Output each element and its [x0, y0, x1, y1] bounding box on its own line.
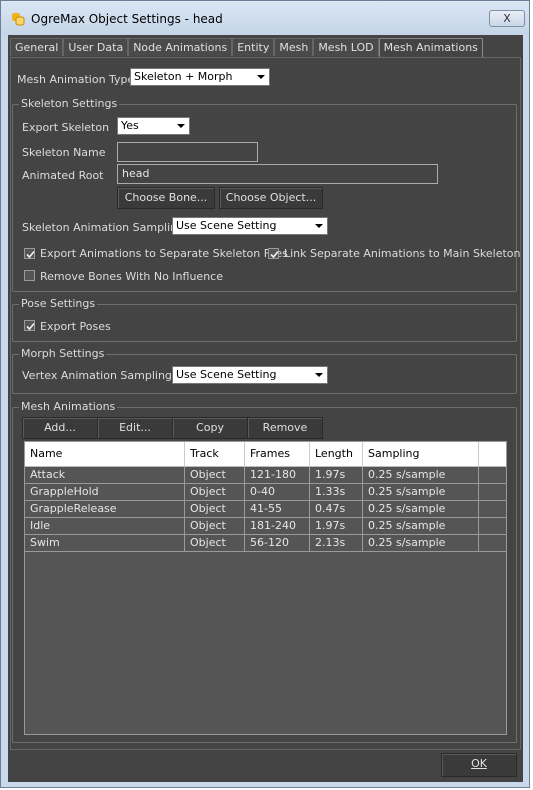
- choose-object-button[interactable]: Choose Object...: [219, 187, 323, 209]
- skeleton-sampling-label: Skeleton Animation Sampling: [22, 221, 185, 234]
- chevron-down-icon: [257, 75, 265, 79]
- row-sampling: 0.25 s/sample: [363, 535, 479, 551]
- choose-bone-button[interactable]: Choose Bone...: [117, 187, 215, 209]
- edit-animation-button[interactable]: Edit...: [97, 417, 173, 439]
- chevron-down-icon: [177, 124, 185, 128]
- mesh-animation-type-label: Mesh Animation Type: [17, 73, 135, 86]
- column-header-track[interactable]: Track: [185, 442, 245, 466]
- row-name: GrappleHold: [25, 484, 185, 500]
- table-row[interactable]: Idle Object 181-240 1.97s 0.25 s/sample: [25, 518, 506, 535]
- close-button[interactable]: X: [489, 10, 525, 27]
- close-icon: X: [503, 12, 511, 25]
- export-skeleton-label: Export Skeleton: [22, 121, 110, 134]
- export-skeleton-value: Yes: [121, 119, 139, 132]
- tab-user-data[interactable]: User Data: [63, 38, 129, 56]
- skeleton-name-field[interactable]: [117, 142, 258, 162]
- remove-bones-label: Remove Bones With No Influence: [40, 270, 223, 283]
- row-frames: 181-240: [245, 518, 310, 534]
- morph-settings-title: Morph Settings: [19, 347, 107, 360]
- row-length: 1.97s: [310, 518, 363, 534]
- column-header-sampling[interactable]: Sampling: [363, 442, 479, 466]
- tab-mesh[interactable]: Mesh: [274, 38, 314, 56]
- row-length: 1.33s: [310, 484, 363, 500]
- remove-animation-button[interactable]: Remove: [247, 417, 323, 439]
- link-separate-checkbox[interactable]: [268, 248, 279, 259]
- column-header-name[interactable]: Name: [25, 442, 185, 466]
- row-name: GrappleRelease: [25, 501, 185, 517]
- export-poses-checkbox[interactable]: [24, 320, 35, 331]
- row-name: Idle: [25, 518, 185, 534]
- vertex-sampling-select[interactable]: Use Scene Setting: [172, 366, 328, 384]
- row-track: Object: [185, 535, 245, 551]
- column-header-frames[interactable]: Frames: [245, 442, 310, 466]
- copy-animation-button[interactable]: Copy: [172, 417, 248, 439]
- skeleton-settings-title: Skeleton Settings: [19, 97, 120, 110]
- link-separate-label: Link Separate Animations to Main Skeleto…: [284, 247, 521, 260]
- mesh-animations-title: Mesh Animations: [19, 400, 118, 413]
- mesh-animation-type-select[interactable]: Skeleton + Morph: [130, 68, 270, 86]
- row-sampling: 0.25 s/sample: [363, 501, 479, 517]
- tab-general[interactable]: General: [10, 38, 64, 56]
- row-name: Attack: [25, 467, 185, 483]
- table-row[interactable]: Swim Object 56-120 2.13s 0.25 s/sample: [25, 535, 506, 552]
- row-track: Object: [185, 484, 245, 500]
- row-track: Object: [185, 467, 245, 483]
- animations-list[interactable]: Name Track Frames Length Sampling Attack…: [24, 441, 507, 735]
- export-separate-label: Export Animations to Separate Skeleton F…: [40, 247, 288, 260]
- mesh-animation-type-value: Skeleton + Morph: [134, 70, 233, 83]
- add-animation-button[interactable]: Add...: [22, 417, 98, 439]
- checkmark-icon: [26, 322, 35, 331]
- window-title: OgreMax Object Settings - head: [31, 12, 223, 26]
- row-frames: 56-120: [245, 535, 310, 551]
- row-name: Swim: [25, 535, 185, 551]
- table-row[interactable]: GrappleRelease Object 41-55 0.47s 0.25 s…: [25, 501, 506, 518]
- table-row[interactable]: Attack Object 121-180 1.97s 0.25 s/sampl…: [25, 467, 506, 484]
- row-sampling: 0.25 s/sample: [363, 484, 479, 500]
- app-icon: [11, 12, 25, 26]
- pose-settings-title: Pose Settings: [19, 297, 98, 310]
- row-sampling: 0.25 s/sample: [363, 518, 479, 534]
- row-length: 2.13s: [310, 535, 363, 551]
- skeleton-sampling-value: Use Scene Setting: [176, 219, 277, 232]
- animated-root-label: Animated Root: [22, 169, 104, 182]
- chevron-down-icon: [315, 373, 323, 377]
- checkmark-icon: [270, 250, 279, 259]
- row-frames: 0-40: [245, 484, 310, 500]
- vertex-sampling-label: Vertex Animation Sampling: [22, 369, 172, 382]
- animated-root-field[interactable]: head: [117, 164, 438, 184]
- row-sampling: 0.25 s/sample: [363, 467, 479, 483]
- row-track: Object: [185, 501, 245, 517]
- checkmark-icon: [26, 250, 35, 259]
- tab-entity[interactable]: Entity: [232, 38, 275, 56]
- title-bar: OgreMax Object Settings - head X: [1, 1, 529, 35]
- tab-mesh-animations[interactable]: Mesh Animations: [378, 38, 483, 57]
- export-separate-checkbox[interactable]: [24, 248, 35, 259]
- ok-button-label: OK: [471, 757, 487, 770]
- ok-button[interactable]: OK: [441, 753, 517, 777]
- list-header: Name Track Frames Length Sampling: [25, 442, 506, 467]
- row-length: 1.97s: [310, 467, 363, 483]
- tab-mesh-lod[interactable]: Mesh LOD: [313, 38, 379, 56]
- skeleton-sampling-select[interactable]: Use Scene Setting: [172, 217, 328, 235]
- export-poses-label: Export Poses: [40, 320, 111, 333]
- skeleton-name-label: Skeleton Name: [22, 146, 106, 159]
- table-row[interactable]: GrappleHold Object 0-40 1.33s 0.25 s/sam…: [25, 484, 506, 501]
- remove-bones-checkbox[interactable]: [24, 270, 35, 281]
- row-frames: 121-180: [245, 467, 310, 483]
- column-header-length[interactable]: Length: [310, 442, 363, 466]
- chevron-down-icon: [315, 224, 323, 228]
- row-length: 0.47s: [310, 501, 363, 517]
- export-skeleton-select[interactable]: Yes: [117, 117, 190, 135]
- tab-strip: General User Data Node Animations Entity…: [10, 38, 483, 57]
- row-track: Object: [185, 518, 245, 534]
- row-frames: 41-55: [245, 501, 310, 517]
- vertex-sampling-value: Use Scene Setting: [176, 368, 277, 381]
- tab-node-animations[interactable]: Node Animations: [128, 38, 233, 56]
